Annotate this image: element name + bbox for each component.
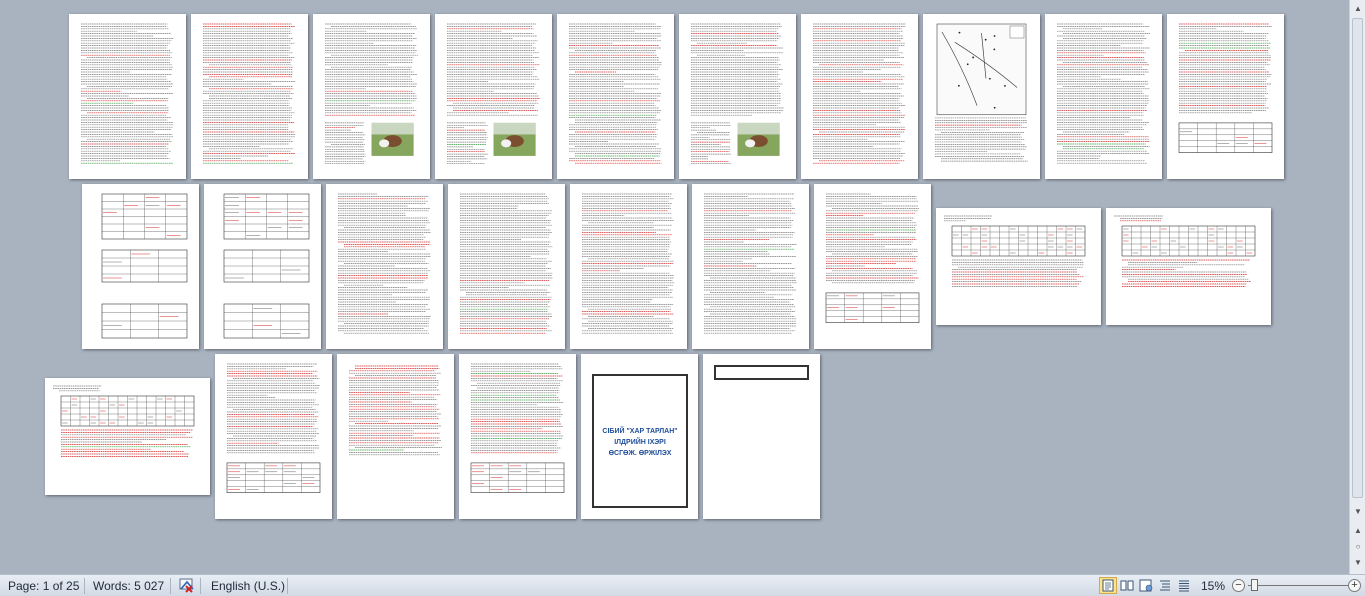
page-thumbnail-3[interactable] xyxy=(313,14,430,179)
page-thumbnail-21[interactable] xyxy=(215,354,332,519)
page-thumbnail-9[interactable] xyxy=(1045,14,1162,179)
title-page-heading-line-3: ӨСГӨЖ. ӨРЖІЛЭХ xyxy=(608,450,672,457)
draft-view-button[interactable] xyxy=(1175,577,1193,594)
page-content-preview xyxy=(101,193,188,339)
page-number-indicator[interactable]: Page: 1 of 25 xyxy=(8,578,79,594)
page-content-preview xyxy=(338,193,431,334)
page-content-preview xyxy=(460,193,553,334)
page-content-preview xyxy=(349,365,442,456)
page-thumbnail-7[interactable] xyxy=(801,14,918,179)
web-layout-view-button[interactable] xyxy=(1137,577,1155,594)
page-thumbnail-12[interactable] xyxy=(204,184,321,349)
title-page-heading-line-1: СІБИЙ "ХАР ТАРЛАН" xyxy=(602,428,678,435)
full-screen-reading-icon xyxy=(1120,580,1134,591)
page-content-preview xyxy=(704,193,797,334)
page-thumbnail-18[interactable] xyxy=(936,208,1101,325)
page-thumbnail-1[interactable] xyxy=(69,14,186,179)
scroll-up-arrow-icon[interactable]: ▲ xyxy=(1351,2,1365,16)
header-box xyxy=(714,365,809,380)
full-screen-reading-view-button[interactable] xyxy=(1118,577,1136,594)
page-content-preview xyxy=(223,193,310,339)
zoom-out-button[interactable]: − xyxy=(1232,579,1245,592)
page-thumbnail-16[interactable] xyxy=(692,184,809,349)
status-separator xyxy=(200,578,201,594)
page-thumbnail-23[interactable] xyxy=(459,354,576,519)
page-content-preview xyxy=(81,23,174,164)
next-page-icon[interactable]: ▼ xyxy=(1351,556,1365,570)
status-separator xyxy=(170,578,171,594)
page-thumbnail-17[interactable] xyxy=(814,184,931,349)
page-thumbnail-13[interactable] xyxy=(326,184,443,349)
select-browse-object-icon[interactable]: ○ xyxy=(1351,540,1365,554)
page-thumbnail-19[interactable] xyxy=(1106,208,1271,325)
web-layout-icon xyxy=(1139,579,1153,592)
page-content-preview xyxy=(203,23,296,164)
page-content-preview xyxy=(1178,23,1273,153)
status-separator xyxy=(287,578,288,594)
page-thumbnail-11[interactable] xyxy=(82,184,199,349)
page-thumbnail-25[interactable] xyxy=(703,354,820,519)
page-thumbnail-20[interactable] xyxy=(45,378,210,495)
previous-page-icon[interactable]: ▲ xyxy=(1351,524,1365,538)
vertical-scrollbar[interactable]: ▲ ▼ ▲ ○ ▼ xyxy=(1349,0,1365,574)
page-thumbnail-10[interactable] xyxy=(1167,14,1284,179)
page-thumbnail-5[interactable] xyxy=(557,14,674,179)
print-layout-view-button[interactable] xyxy=(1099,577,1117,594)
page-content-preview xyxy=(470,363,565,493)
page-content-preview xyxy=(226,363,321,493)
proofing-errors-icon[interactable] xyxy=(178,577,196,594)
scroll-down-arrow-icon[interactable]: ▼ xyxy=(1351,505,1365,519)
draft-icon xyxy=(1179,580,1189,592)
page-thumbnail-6[interactable] xyxy=(679,14,796,179)
page-thumbnail-4[interactable] xyxy=(435,14,552,179)
page-thumbnail-22[interactable] xyxy=(337,354,454,519)
status-bar: Page: 1 of 25 Words: 5 027 English (U.S.… xyxy=(0,574,1365,596)
print-layout-icon xyxy=(1102,579,1114,592)
outline-view-button[interactable] xyxy=(1156,577,1174,594)
zoom-level[interactable]: 15% xyxy=(1201,578,1225,594)
zoom-slider-track[interactable] xyxy=(1248,585,1348,586)
page-content-preview xyxy=(944,215,1086,287)
page-content-preview xyxy=(935,23,1028,162)
page-content-preview xyxy=(691,23,784,165)
page-thumbnail-2[interactable] xyxy=(191,14,308,179)
page-content-preview xyxy=(1114,215,1256,287)
outline-icon xyxy=(1160,580,1170,591)
page-content-preview xyxy=(813,23,906,164)
page-content-preview xyxy=(53,385,195,457)
page-thumbnail-14[interactable] xyxy=(448,184,565,349)
title-page-heading-line-2: ІЛДРИЙН ІХЭРІ xyxy=(614,439,666,446)
page-thumbnail-8[interactable] xyxy=(923,14,1040,179)
page-content-preview xyxy=(569,23,662,164)
document-workspace[interactable]: СІБИЙ "ХАР ТАРЛАН" ІЛДРИЙН ІХЭРІ ӨСГӨЖ. … xyxy=(0,0,1349,574)
zoom-in-button[interactable]: + xyxy=(1348,579,1361,592)
page-thumbnail-24[interactable]: СІБИЙ "ХАР ТАРЛАН" ІЛДРИЙН ІХЭРІ ӨСГӨЖ. … xyxy=(581,354,698,519)
language-indicator[interactable]: English (U.S.) xyxy=(211,578,285,594)
scroll-thumb[interactable] xyxy=(1352,18,1363,498)
page-content-preview xyxy=(582,193,675,334)
page-thumbnail-15[interactable] xyxy=(570,184,687,349)
page-content-preview xyxy=(825,193,920,323)
page-content-preview xyxy=(1057,23,1150,164)
zoom-slider-thumb[interactable] xyxy=(1251,579,1258,591)
status-separator xyxy=(84,578,85,594)
word-count-indicator[interactable]: Words: 5 027 xyxy=(93,578,164,594)
page-content-preview xyxy=(447,23,540,165)
page-content-preview xyxy=(325,23,418,165)
